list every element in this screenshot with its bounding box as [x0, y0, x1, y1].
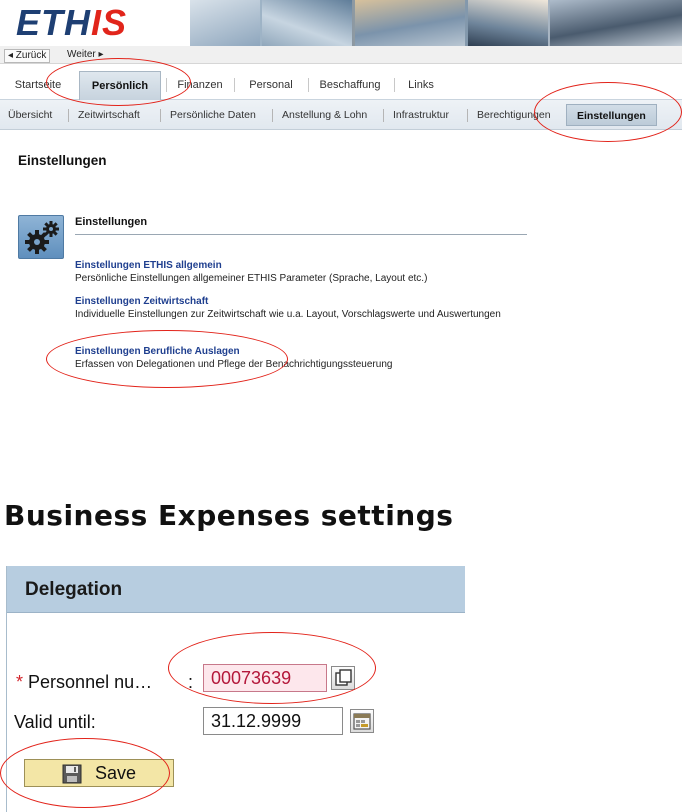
link-berufliche-auslagen[interactable]: Einstellungen Berufliche Auslagen [75, 346, 240, 357]
tab-beschaffung[interactable]: Beschaffung [310, 71, 390, 100]
link-ethis-allgemein[interactable]: Einstellungen ETHIS allgemein [75, 260, 222, 271]
tab-divider [394, 78, 395, 92]
link-description: Individuelle Einstellungen zur Zeitwirts… [75, 309, 501, 320]
banner-photo [550, 0, 682, 46]
tab-divider [234, 78, 235, 92]
subtab-berechtigungen[interactable]: Berechtigungen [477, 108, 551, 122]
banner-photo [355, 0, 465, 46]
subtab-anstellung-lohn[interactable]: Anstellung & Lohn [282, 108, 367, 122]
banner-photo [468, 0, 548, 46]
ethis-logo[interactable]: ETHIS [16, 4, 127, 42]
tab-startseite[interactable]: Startseite [4, 71, 72, 100]
label-colon: : [188, 672, 194, 692]
subtab-infrastruktur[interactable]: Infrastruktur [393, 108, 449, 122]
personnel-number-label-text: Personnel nu… [28, 672, 153, 692]
main-tab-bar: Startseite Persönlich Finanzen Personal … [0, 66, 682, 100]
subtab-divider [160, 109, 161, 122]
link-zeitwirtschaft[interactable]: Einstellungen Zeitwirtschaft [75, 296, 208, 307]
banner-photo [262, 0, 352, 46]
banner-photo [190, 0, 260, 46]
sub-tab-bar: Übersicht Zeitwirtschaft Persönliche Dat… [0, 100, 682, 130]
forward-button[interactable]: Weiter ▸ [64, 49, 107, 61]
subtab-einstellungen[interactable]: Einstellungen [566, 104, 657, 126]
value-help-icon[interactable] [331, 666, 355, 690]
history-bar: ◂ Zurück Weiter ▸ [0, 46, 682, 64]
personnel-number-field[interactable]: 00073639 [203, 664, 327, 692]
subtab-zeitwirtschaft[interactable]: Zeitwirtschaft [78, 108, 140, 122]
delegation-header: Delegation [7, 566, 465, 613]
delegation-title: Delegation [25, 579, 123, 600]
tab-links[interactable]: Links [396, 71, 446, 100]
tab-divider [166, 78, 167, 92]
gears-icon [18, 215, 64, 259]
save-button-label: Save [95, 763, 137, 783]
logo-text-eth: ETH [16, 2, 91, 43]
calendar-icon[interactable] [350, 709, 374, 733]
floppy-disk-icon [62, 764, 82, 784]
link-description: Erfassen von Delegationen und Pflege der… [75, 359, 393, 370]
header-banner: ETHIS [0, 0, 682, 46]
logo-text-is: IS [91, 2, 128, 43]
section-divider [75, 234, 527, 235]
tab-personal[interactable]: Personal [236, 71, 306, 100]
save-button[interactable]: Save [24, 759, 174, 787]
subtab-divider [467, 109, 468, 122]
required-marker: * [16, 672, 24, 692]
page-title: Einstellungen [18, 153, 107, 168]
subtab-divider [68, 109, 69, 122]
subtab-divider [383, 109, 384, 122]
subtab-divider [272, 109, 273, 122]
back-button[interactable]: ◂ Zurück [4, 49, 51, 63]
subtab-persoenliche-daten[interactable]: Persönliche Daten [170, 108, 256, 122]
valid-until-label: Valid until: [14, 712, 96, 732]
subtab-uebersicht[interactable]: Übersicht [8, 108, 52, 122]
tab-divider [308, 78, 309, 92]
valid-until-field[interactable]: 31.12.9999 [203, 707, 343, 735]
business-expenses-title: Business Expenses settings [4, 499, 454, 532]
link-description: Persönliche Einstellungen allgemeiner ET… [75, 273, 428, 284]
personnel-number-label: * Personnel nu… [16, 672, 152, 693]
section-heading: Einstellungen [75, 216, 148, 228]
tab-finanzen[interactable]: Finanzen [168, 71, 232, 100]
tab-persoenlich[interactable]: Persönlich [79, 71, 161, 100]
